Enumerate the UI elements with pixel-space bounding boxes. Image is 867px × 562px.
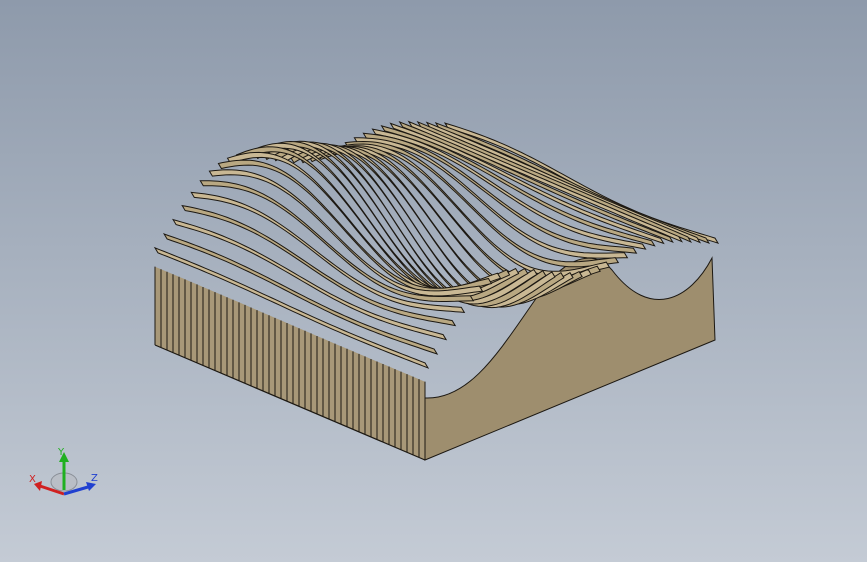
graphics-viewport[interactable]: X Y Z (0, 0, 867, 562)
wave-rib (407, 120, 684, 243)
triad-x-label: X (29, 474, 36, 485)
triad-z-label: Z (91, 473, 98, 484)
axis-triad: X Y Z (29, 447, 98, 496)
wave-rib (389, 122, 665, 245)
triad-y-label: Y (57, 447, 65, 458)
wave-rib (443, 122, 720, 244)
3d-model-view[interactable] (0, 0, 867, 562)
